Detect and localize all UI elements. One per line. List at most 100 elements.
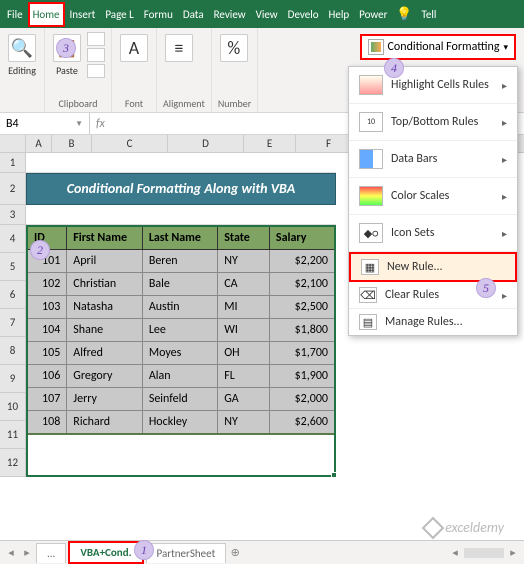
- cell-salary[interactable]: $2,500: [269, 296, 335, 319]
- cell-salary[interactable]: $2,100: [269, 273, 335, 296]
- cf-data-bars[interactable]: Data Bars ▸: [349, 141, 517, 178]
- row-header[interactable]: 1: [0, 153, 26, 173]
- cf-new-rule[interactable]: ▦ New Rule...: [349, 252, 517, 282]
- cell-state[interactable]: NY: [218, 411, 270, 435]
- scroll-right-icon[interactable]: ▸: [506, 546, 520, 559]
- cell-id[interactable]: 106: [27, 365, 67, 388]
- table-row[interactable]: 104ShaneLeeWI$1,800: [27, 319, 335, 342]
- cell-id[interactable]: 107: [27, 388, 67, 411]
- tab-home[interactable]: Home: [28, 2, 65, 27]
- tab-formulas[interactable]: Formu: [139, 2, 178, 27]
- table-row[interactable]: 107JerrySeinfeldGA$2,000: [27, 388, 335, 411]
- select-all-corner[interactable]: [0, 135, 26, 152]
- table-row[interactable]: 106GregoryAlanFL$1,900: [27, 365, 335, 388]
- new-sheet-icon[interactable]: ⊕: [228, 546, 242, 559]
- tab-view[interactable]: View: [251, 2, 283, 27]
- cell-state[interactable]: CA: [218, 273, 270, 296]
- row-header[interactable]: 9: [0, 365, 26, 393]
- sheet-nav-prev-icon[interactable]: ◂: [4, 546, 18, 559]
- format-painter-icon[interactable]: [87, 64, 105, 78]
- cell-salary[interactable]: $2,600: [269, 411, 335, 435]
- cell-last[interactable]: Bale: [142, 273, 217, 296]
- tab-page-layout[interactable]: Page L: [100, 2, 138, 27]
- conditional-formatting-button[interactable]: Conditional Formatting ▾: [360, 34, 516, 60]
- tab-insert[interactable]: Insert: [65, 2, 101, 27]
- cells-area[interactable]: Conditional Formatting Along with VBA ID…: [26, 153, 336, 477]
- cell-salary[interactable]: $1,700: [269, 342, 335, 365]
- sheet-nav-next-icon[interactable]: ▸: [20, 546, 34, 559]
- cell-first[interactable]: April: [67, 250, 143, 273]
- cell-last[interactable]: Beren: [142, 250, 217, 273]
- cell-first[interactable]: Gregory: [67, 365, 143, 388]
- th-last[interactable]: Last Name: [142, 226, 217, 250]
- name-box[interactable]: B4 ▼: [0, 113, 90, 134]
- cell-last[interactable]: Seinfeld: [142, 388, 217, 411]
- cell-state[interactable]: MI: [218, 296, 270, 319]
- row-header[interactable]: 3: [0, 205, 26, 225]
- scroll-left-icon[interactable]: ◂: [448, 546, 462, 559]
- th-salary[interactable]: Salary: [269, 226, 335, 250]
- sheet-tab-active[interactable]: VBA+Cond.: [68, 541, 143, 564]
- cell-id[interactable]: 105: [27, 342, 67, 365]
- tell-me-label[interactable]: Tell: [416, 2, 441, 27]
- row-header[interactable]: 11: [0, 421, 26, 449]
- table-row[interactable]: 103NatashaAustinMI$2,500: [27, 296, 335, 319]
- col-header-E[interactable]: E: [244, 135, 296, 152]
- cell-salary[interactable]: $1,800: [269, 319, 335, 342]
- cell-salary[interactable]: $1,900: [269, 365, 335, 388]
- cell-first[interactable]: Christian: [67, 273, 143, 296]
- col-header-D[interactable]: D: [168, 135, 244, 152]
- row-header[interactable]: 4: [0, 225, 26, 253]
- font-button[interactable]: A: [118, 32, 150, 66]
- cell-state[interactable]: FL: [218, 365, 270, 388]
- table-row[interactable]: 102ChristianBaleCA$2,100: [27, 273, 335, 296]
- tab-power[interactable]: Power: [354, 2, 392, 27]
- tab-help[interactable]: Help: [324, 2, 355, 27]
- horizontal-scrollbar[interactable]: [464, 548, 504, 558]
- cf-manage-rules[interactable]: ▤ Manage Rules...: [349, 309, 517, 335]
- cut-icon[interactable]: [87, 32, 105, 46]
- tab-data[interactable]: Data: [178, 2, 209, 27]
- cf-highlight-cells-rules[interactable]: Highlight Cells Rules ▸: [349, 67, 517, 104]
- row-header[interactable]: 2: [0, 173, 26, 205]
- tab-review[interactable]: Review: [209, 2, 251, 27]
- number-button[interactable]: %: [218, 32, 250, 66]
- row-header[interactable]: 6: [0, 281, 26, 309]
- cell-salary[interactable]: $2,000: [269, 388, 335, 411]
- cell-last[interactable]: Moyes: [142, 342, 217, 365]
- cell-first[interactable]: Natasha: [67, 296, 143, 319]
- cell-salary[interactable]: $2,200: [269, 250, 335, 273]
- table-row[interactable]: 101AprilBerenNY$2,200: [27, 250, 335, 273]
- name-box-dropdown-icon[interactable]: ▼: [75, 119, 83, 129]
- tab-file[interactable]: File: [2, 2, 28, 27]
- copy-icon[interactable]: [87, 48, 105, 62]
- selection-fill-handle[interactable]: [331, 472, 337, 478]
- cell-id[interactable]: 103: [27, 296, 67, 319]
- sheet-tab-partner[interactable]: PartnerSheet: [146, 543, 227, 563]
- table-row[interactable]: 108RichardHockleyNY$2,600: [27, 411, 335, 435]
- cell-state[interactable]: NY: [218, 250, 270, 273]
- cell-state[interactable]: GA: [218, 388, 270, 411]
- cell-last[interactable]: Austin: [142, 296, 217, 319]
- tab-developer[interactable]: Develo: [283, 2, 324, 27]
- cell-last[interactable]: Hockley: [142, 411, 217, 435]
- row-header[interactable]: 10: [0, 393, 26, 421]
- cell-first[interactable]: Jerry: [67, 388, 143, 411]
- tell-me-icon[interactable]: 💡: [395, 5, 413, 23]
- cell-first[interactable]: Shane: [67, 319, 143, 342]
- cell-id[interactable]: 104: [27, 319, 67, 342]
- col-header-A[interactable]: A: [26, 135, 52, 152]
- row-header[interactable]: 7: [0, 309, 26, 337]
- cf-top-bottom-rules[interactable]: 10 Top/Bottom Rules ▸: [349, 104, 517, 141]
- alignment-button[interactable]: ≡: [163, 32, 195, 66]
- row-header[interactable]: 8: [0, 337, 26, 365]
- row-header[interactable]: 12: [0, 449, 26, 477]
- table-row[interactable]: 105AlfredMoyesOH$1,700: [27, 342, 335, 365]
- cell-id[interactable]: 102: [27, 273, 67, 296]
- col-header-C[interactable]: C: [92, 135, 168, 152]
- cf-icon-sets[interactable]: ◆○ Icon Sets ▸: [349, 215, 517, 252]
- cell-first[interactable]: Richard: [67, 411, 143, 435]
- editing-button[interactable]: 🔍 Editing: [6, 32, 38, 79]
- cell-id[interactable]: 108: [27, 411, 67, 435]
- sheet-tab-more[interactable]: ...: [36, 543, 66, 563]
